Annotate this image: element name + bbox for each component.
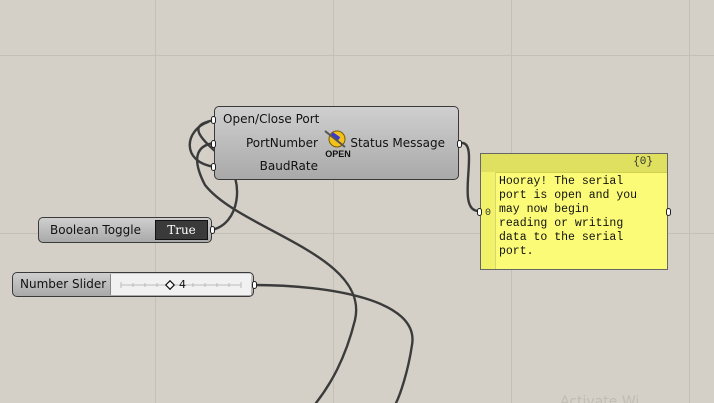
grip-port-number[interactable]: [211, 140, 216, 148]
toggle-value-button[interactable]: True: [155, 220, 208, 240]
slider-handle[interactable]: [164, 279, 176, 291]
grasshopper-canvas[interactable]: Open/Close Port PortNumber BaudRate Stat…: [0, 0, 714, 403]
grip-toggle-output[interactable]: [210, 226, 215, 234]
input-open-close-port: Open/Close Port: [223, 112, 320, 126]
slider-track[interactable]: 4: [110, 274, 251, 295]
panel-header: {0}: [481, 154, 667, 173]
boolean-toggle[interactable]: Boolean Toggle True: [38, 217, 215, 243]
input-port-number: PortNumber: [246, 136, 318, 150]
icon-caption: OPEN: [325, 149, 351, 159]
panel-text: Hooray! The serial port is open and you …: [499, 175, 638, 258]
panel-path: {0}: [633, 156, 653, 168]
grip-open-close-port[interactable]: [211, 116, 216, 124]
serial-port-component[interactable]: Open/Close Port PortNumber BaudRate Stat…: [211, 106, 462, 180]
boolean-toggle-label: Boolean Toggle: [50, 223, 141, 237]
slider-value: 4: [179, 278, 186, 291]
input-baud-rate: BaudRate: [259, 159, 318, 173]
grip-status-message[interactable]: [457, 140, 462, 148]
output-status-message: Status Message: [350, 136, 445, 150]
number-slider-label: Number Slider: [20, 277, 107, 291]
grip-baud-rate[interactable]: [211, 163, 216, 171]
grip-slider-output[interactable]: [252, 281, 257, 289]
number-slider[interactable]: Number Slider 4: [12, 272, 257, 297]
panel-index-column: 0: [481, 172, 496, 269]
grip-panel-input[interactable]: [477, 208, 482, 216]
serial-open-icon: OPEN: [324, 130, 351, 159]
activate-windows-watermark: Activate Wi: [560, 394, 640, 403]
panel-index: 0: [485, 208, 492, 219]
status-panel[interactable]: {0} 0 Hooray! The serial port is open an…: [477, 153, 671, 270]
wire-slider-to-portnumber: [251, 283, 414, 403]
wire-status-to-panel: [460, 141, 480, 213]
grip-panel-output[interactable]: [666, 208, 671, 216]
